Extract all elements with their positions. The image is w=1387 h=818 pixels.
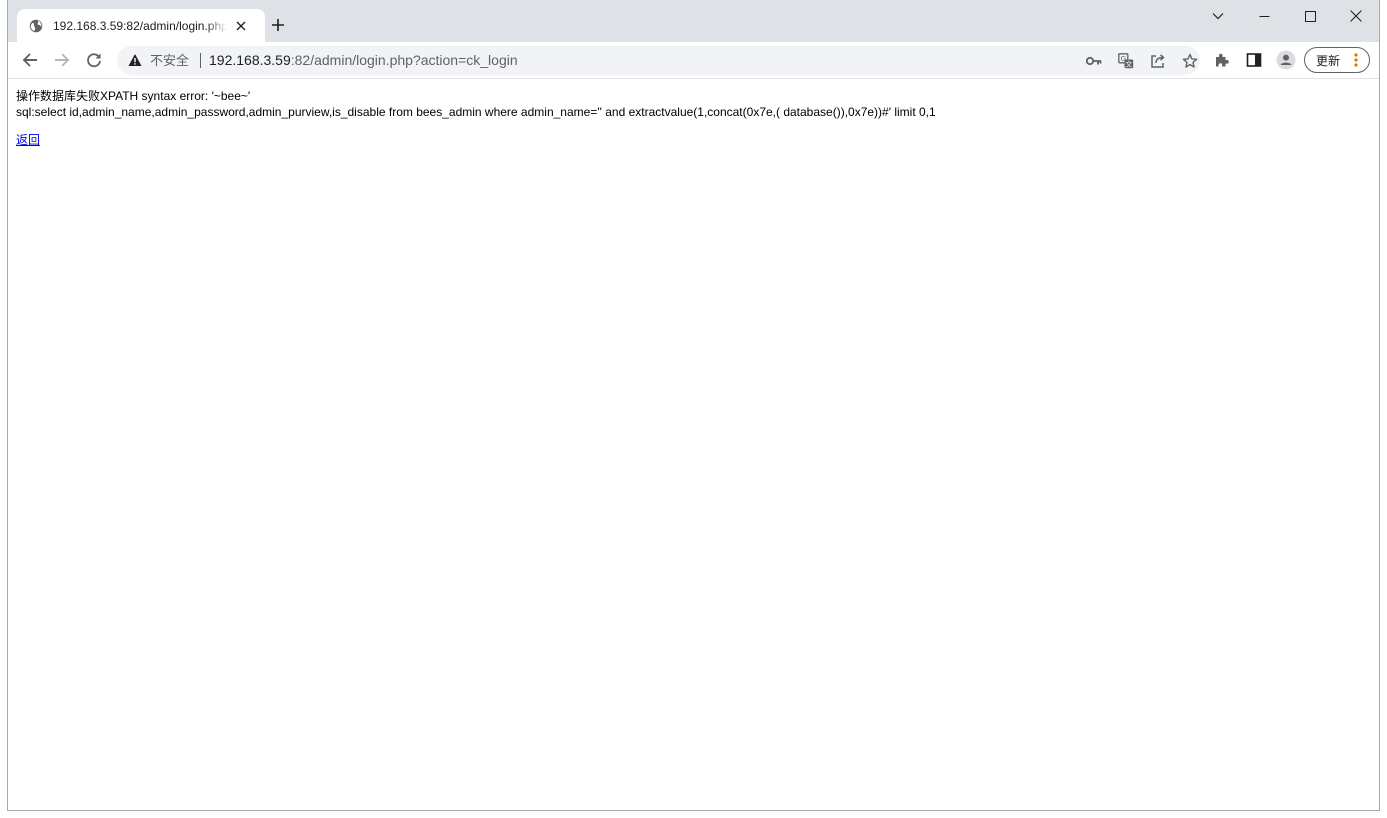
key-icon[interactable] [1084,51,1104,71]
plus-icon [272,19,284,31]
translate-icon[interactable]: G 文 [1116,51,1136,71]
new-tab-button[interactable] [268,14,288,36]
close-window-button[interactable] [1333,0,1379,32]
svg-text:文: 文 [1125,60,1132,69]
minimize-button[interactable] [1241,0,1287,32]
url-host: 192.168.3.59 [209,52,291,68]
back-button[interactable] [16,46,44,74]
page-content: 操作数据库失败XPATH syntax error: '~bee~' sql:s… [16,88,1376,148]
warning-icon[interactable] [128,53,142,67]
tab-title: 192.168.3.59:82/admin/login.php?action=c… [53,19,227,33]
avatar-icon [1276,50,1296,70]
side-panel-button[interactable] [1240,46,1268,74]
maximize-icon [1304,10,1316,22]
tab-active[interactable]: 192.168.3.59:82/admin/login.php?action=c… [17,9,265,43]
reload-button[interactable] [80,46,108,74]
reload-icon [87,53,101,68]
close-tab-icon[interactable] [233,18,249,34]
close-icon [1350,10,1362,22]
security-status-label[interactable]: 不安全 [150,53,189,68]
back-link[interactable]: 返回 [16,133,40,147]
sql-statement: sql:select id,admin_name,admin_password,… [16,105,936,119]
browser-window: 192.168.3.59:82/admin/login.php?action=c… [7,0,1380,811]
tab-search-button[interactable] [1195,0,1241,32]
omnibox-divider [200,53,201,68]
extensions-button[interactable] [1208,46,1236,74]
chevron-down-icon [1212,13,1224,20]
globe-icon [29,19,43,33]
profile-button[interactable] [1272,46,1300,74]
maximize-button[interactable] [1287,0,1333,32]
minimize-icon [1259,15,1269,17]
url-path: :82/admin/login.php?action=ck_login [290,52,518,68]
update-chrome-button[interactable]: 更新 [1304,47,1370,73]
forward-button[interactable] [48,46,76,74]
update-label: 更新 [1316,53,1341,68]
arrow-right-icon [55,53,70,67]
side-panel-icon [1246,53,1262,67]
share-icon[interactable] [1148,51,1168,71]
more-menu-icon [1354,53,1358,67]
browser-toolbar: 不安全 192.168.3.59:82/admin/login.php?acti… [8,42,1379,79]
back-link-container: 返回 [16,132,1376,148]
star-icon[interactable] [1180,51,1200,71]
error-message: 操作数据库失败XPATH syntax error: '~bee~' [16,89,251,103]
tab-strip: 192.168.3.59:82/admin/login.php?action=c… [8,0,1379,43]
arrow-left-icon [22,53,37,67]
puzzle-icon [1216,53,1229,67]
address-bar[interactable]: 不安全 192.168.3.59:82/admin/login.php?acti… [117,46,1200,75]
url-text[interactable]: 192.168.3.59:82/admin/login.php?action=c… [209,52,518,69]
